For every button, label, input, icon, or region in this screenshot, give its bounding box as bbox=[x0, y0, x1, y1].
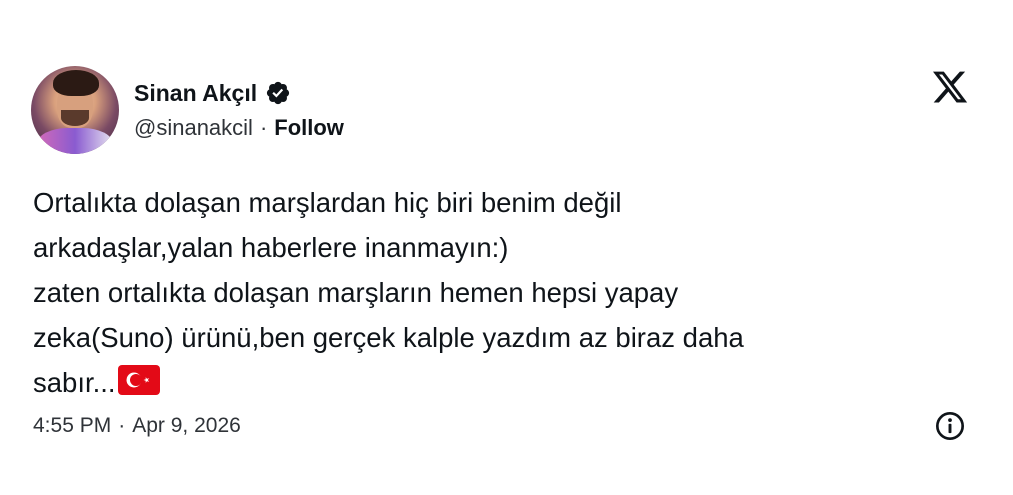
avatar-hair bbox=[53, 70, 99, 96]
avatar-beard bbox=[61, 110, 89, 126]
author-name-row: Sinan Akçıl bbox=[134, 78, 291, 108]
tweet-last-line: sabır... bbox=[33, 360, 973, 405]
tweet-line: zaten ortalıkta dolaşan marşların hemen … bbox=[33, 277, 679, 308]
tweet-text: Ortalıkta dolaşan marşlardan hiç biri be… bbox=[33, 180, 973, 405]
verified-badge-icon bbox=[267, 81, 290, 105]
tweet-meta: 4:55 PM · Apr 9, 2026 bbox=[33, 410, 241, 442]
meta-separator: · bbox=[118, 414, 126, 437]
tweet-line: sabır... bbox=[33, 367, 116, 398]
author-handle-row: @sinanakcil · Follow bbox=[134, 114, 344, 142]
follow-button[interactable]: Follow bbox=[274, 115, 344, 141]
author-name[interactable]: Sinan Akçıl bbox=[134, 80, 257, 107]
tweet-time[interactable]: 4:55 PM bbox=[33, 414, 111, 438]
avatar-shoulders bbox=[37, 128, 113, 154]
info-icon[interactable] bbox=[934, 410, 966, 442]
tweet-line: Ortalıkta dolaşan marşlardan hiç biri be… bbox=[33, 187, 622, 218]
tweet-line: arkadaşlar,yalan haberlere inanmayın:) bbox=[33, 232, 509, 263]
tweet-date[interactable]: Apr 9, 2026 bbox=[132, 414, 241, 438]
tweet-line: zeka(Suno) ürünü,ben gerçek kalple yazdı… bbox=[33, 322, 744, 353]
turkey-flag-icon bbox=[117, 365, 160, 395]
tweet-card: Sinan Akçıl @sinanakcil · Follow Ortalık… bbox=[0, 0, 1013, 495]
avatar[interactable] bbox=[31, 66, 119, 154]
handle-separator: · bbox=[259, 115, 268, 140]
x-logo-icon[interactable] bbox=[930, 68, 970, 106]
author-handle[interactable]: @sinanakcil bbox=[134, 115, 253, 141]
